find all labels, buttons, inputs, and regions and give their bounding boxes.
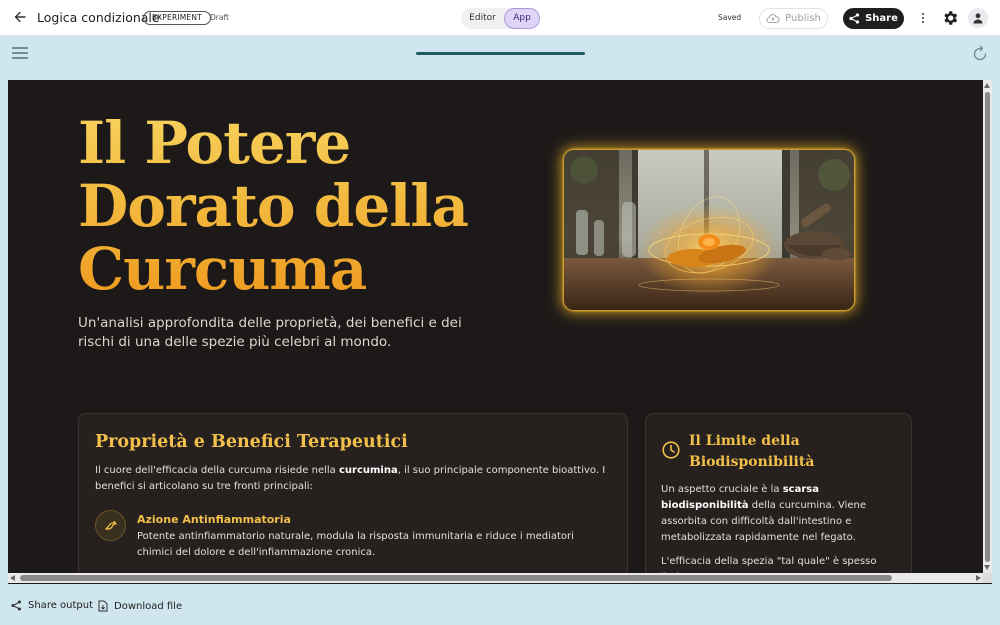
- share-button[interactable]: Share: [843, 8, 904, 29]
- share-output-button[interactable]: Share output: [11, 600, 93, 611]
- more-options-icon[interactable]: [918, 10, 928, 26]
- tab-app[interactable]: App: [504, 8, 540, 29]
- feature-description: Potente antinfiammatorio naturale, modul…: [137, 531, 574, 558]
- share-icon: [849, 13, 860, 24]
- hero-title-line: Il Potere: [78, 109, 351, 177]
- clock-icon: [661, 440, 681, 460]
- turmeric-hero-image: [564, 150, 854, 310]
- bioavailability-card: Il Limite della Biodisponibilità Un aspe…: [645, 413, 912, 584]
- back-arrow-icon[interactable]: [11, 8, 29, 26]
- avatar[interactable]: [968, 8, 988, 28]
- anti-inflammatory-icon: [95, 510, 126, 541]
- app-output-frame: Il Potere Dorato della Curcuma Un'analis…: [8, 80, 992, 584]
- scroll-right-arrow-icon[interactable]: [976, 575, 981, 581]
- bioavailability-text: Un aspetto cruciale è la: [661, 484, 783, 495]
- download-file-button[interactable]: Download file: [98, 600, 182, 612]
- download-file-icon: [98, 600, 108, 612]
- bioavailability-card-title: Il Limite della Biodisponibilità: [689, 433, 815, 470]
- person-icon: [973, 13, 983, 24]
- vertical-scroll-thumb[interactable]: [985, 92, 990, 562]
- publish-button[interactable]: Publish: [759, 8, 828, 29]
- share-output-label: Share output: [28, 600, 94, 611]
- scroll-down-arrow-icon[interactable]: [984, 565, 990, 570]
- hero-title-line: Curcuma: [78, 235, 367, 303]
- cloud-upload-icon: [766, 14, 780, 23]
- hero-title-line: Dorato della: [78, 172, 468, 240]
- scroll-left-arrow-icon[interactable]: [10, 575, 15, 581]
- scroll-up-arrow-icon[interactable]: [984, 83, 990, 88]
- saved-status: Saved: [718, 13, 742, 22]
- benefits-intro-text: Il cuore dell'efficacia della curcuma ri…: [95, 465, 339, 476]
- publish-label: Publish: [785, 13, 821, 24]
- menu-icon[interactable]: [12, 47, 28, 59]
- horizontal-scroll-thumb[interactable]: [20, 575, 892, 581]
- benefits-card: Proprietà e Benefici Terapeutici Il cuor…: [78, 413, 628, 584]
- vertical-scrollbar[interactable]: [983, 80, 992, 573]
- benefits-intro-bold: curcumina: [338, 465, 398, 476]
- benefits-intro: Il cuore dell'efficacia della curcuma ri…: [95, 463, 615, 495]
- feature-title: Azione Antinfiammatoria: [137, 513, 291, 526]
- hero-subtitle: Un'analisi approfondita delle proprietà,…: [78, 315, 462, 350]
- tab-editor[interactable]: Editor: [461, 8, 504, 29]
- download-file-label: Download file: [114, 600, 183, 612]
- top-bar: Logica condizionale EXPERIMENT Draft Edi…: [0, 0, 1000, 36]
- scrollbar-corner: [983, 573, 992, 583]
- experiment-badge: EXPERIMENT: [143, 11, 211, 25]
- hero-title: Il Potere Dorato della Curcuma: [78, 112, 498, 301]
- horizontal-scrollbar[interactable]: [8, 573, 983, 583]
- refresh-icon[interactable]: [971, 45, 989, 63]
- app-title: Logica condizionale: [37, 10, 160, 25]
- draft-status: Draft: [210, 13, 229, 22]
- benefits-card-title: Proprietà e Benefici Terapeutici: [95, 432, 408, 452]
- app-toolbar: [0, 37, 1000, 71]
- share-label: Share: [865, 13, 898, 24]
- mode-toggle: Editor App: [461, 8, 540, 29]
- loading-progress-bar: [416, 52, 585, 55]
- gear-icon[interactable]: [941, 9, 959, 27]
- share-icon: [11, 600, 21, 611]
- bioavailability-paragraph: Un aspetto cruciale è la scarsa biodispo…: [661, 482, 896, 546]
